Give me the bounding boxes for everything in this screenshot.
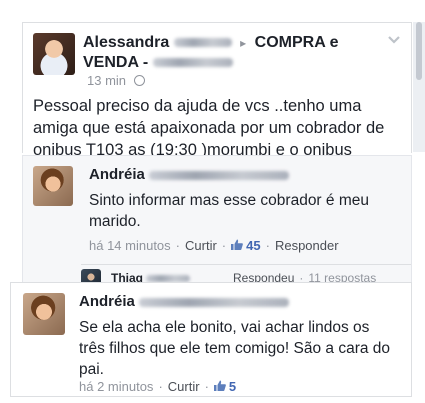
thumbs-up-icon <box>213 380 226 394</box>
author-avatar[interactable] <box>33 33 75 75</box>
comment-time[interactable]: há 14 minutos <box>89 238 171 253</box>
comment-author-name[interactable]: Andréia <box>79 293 135 310</box>
like-count[interactable]: 5 <box>229 379 236 394</box>
like-count[interactable]: 45 <box>246 238 260 253</box>
arrow-icon: ▸ <box>240 36 247 50</box>
comment-time[interactable]: há 2 minutos <box>79 379 153 394</box>
comment-author: Andréia <box>79 293 290 310</box>
commenter-avatar[interactable] <box>23 293 65 335</box>
post-meta: 13 min <box>87 73 145 88</box>
chevron-down-icon[interactable] <box>387 33 401 48</box>
scrollbar[interactable] <box>413 22 425 152</box>
thumbs-up-icon <box>231 239 244 253</box>
comment-text: Se ela acha ele bonito, vai achar lindos… <box>79 319 391 378</box>
commenter-avatar[interactable] <box>33 166 73 206</box>
comment-card: Andréia Se ela acha ele bonito, vai acha… <box>10 282 412 397</box>
comment-actions: há 14 minutos · Curtir · 45 · Responder <box>89 238 339 253</box>
post-text: Pessoal preciso da ajuda de vcs ..tenho … <box>33 97 385 159</box>
post-header: Alessandra ▸ COMPRA e VENDA - <box>83 33 383 73</box>
like-button[interactable]: Curtir <box>168 379 200 394</box>
comment-author-name[interactable]: Andréia <box>89 166 145 183</box>
blurred-name <box>173 38 232 48</box>
post-author-name[interactable]: Alessandra <box>83 34 169 51</box>
blurred-name <box>149 170 290 180</box>
post-time[interactable]: 13 min <box>87 73 126 88</box>
reply-button[interactable]: Responder <box>275 238 339 253</box>
scrollbar-thumb[interactable] <box>416 22 422 80</box>
comment-author: Andréia <box>89 166 290 183</box>
comment-thread: Andréia Sinto informar mas esse cobrador… <box>22 155 412 292</box>
post-card: Alessandra ▸ COMPRA e VENDA - 13 min Pes… <box>22 22 412 159</box>
blurred-name <box>139 297 290 307</box>
comment-actions: há 2 minutos · Curtir · 5 <box>79 379 237 394</box>
globe-icon <box>133 75 145 86</box>
blurred-group <box>152 58 233 68</box>
like-button[interactable]: Curtir <box>185 238 217 253</box>
comment-text: Sinto informar mas esse cobrador é meu m… <box>89 192 369 230</box>
